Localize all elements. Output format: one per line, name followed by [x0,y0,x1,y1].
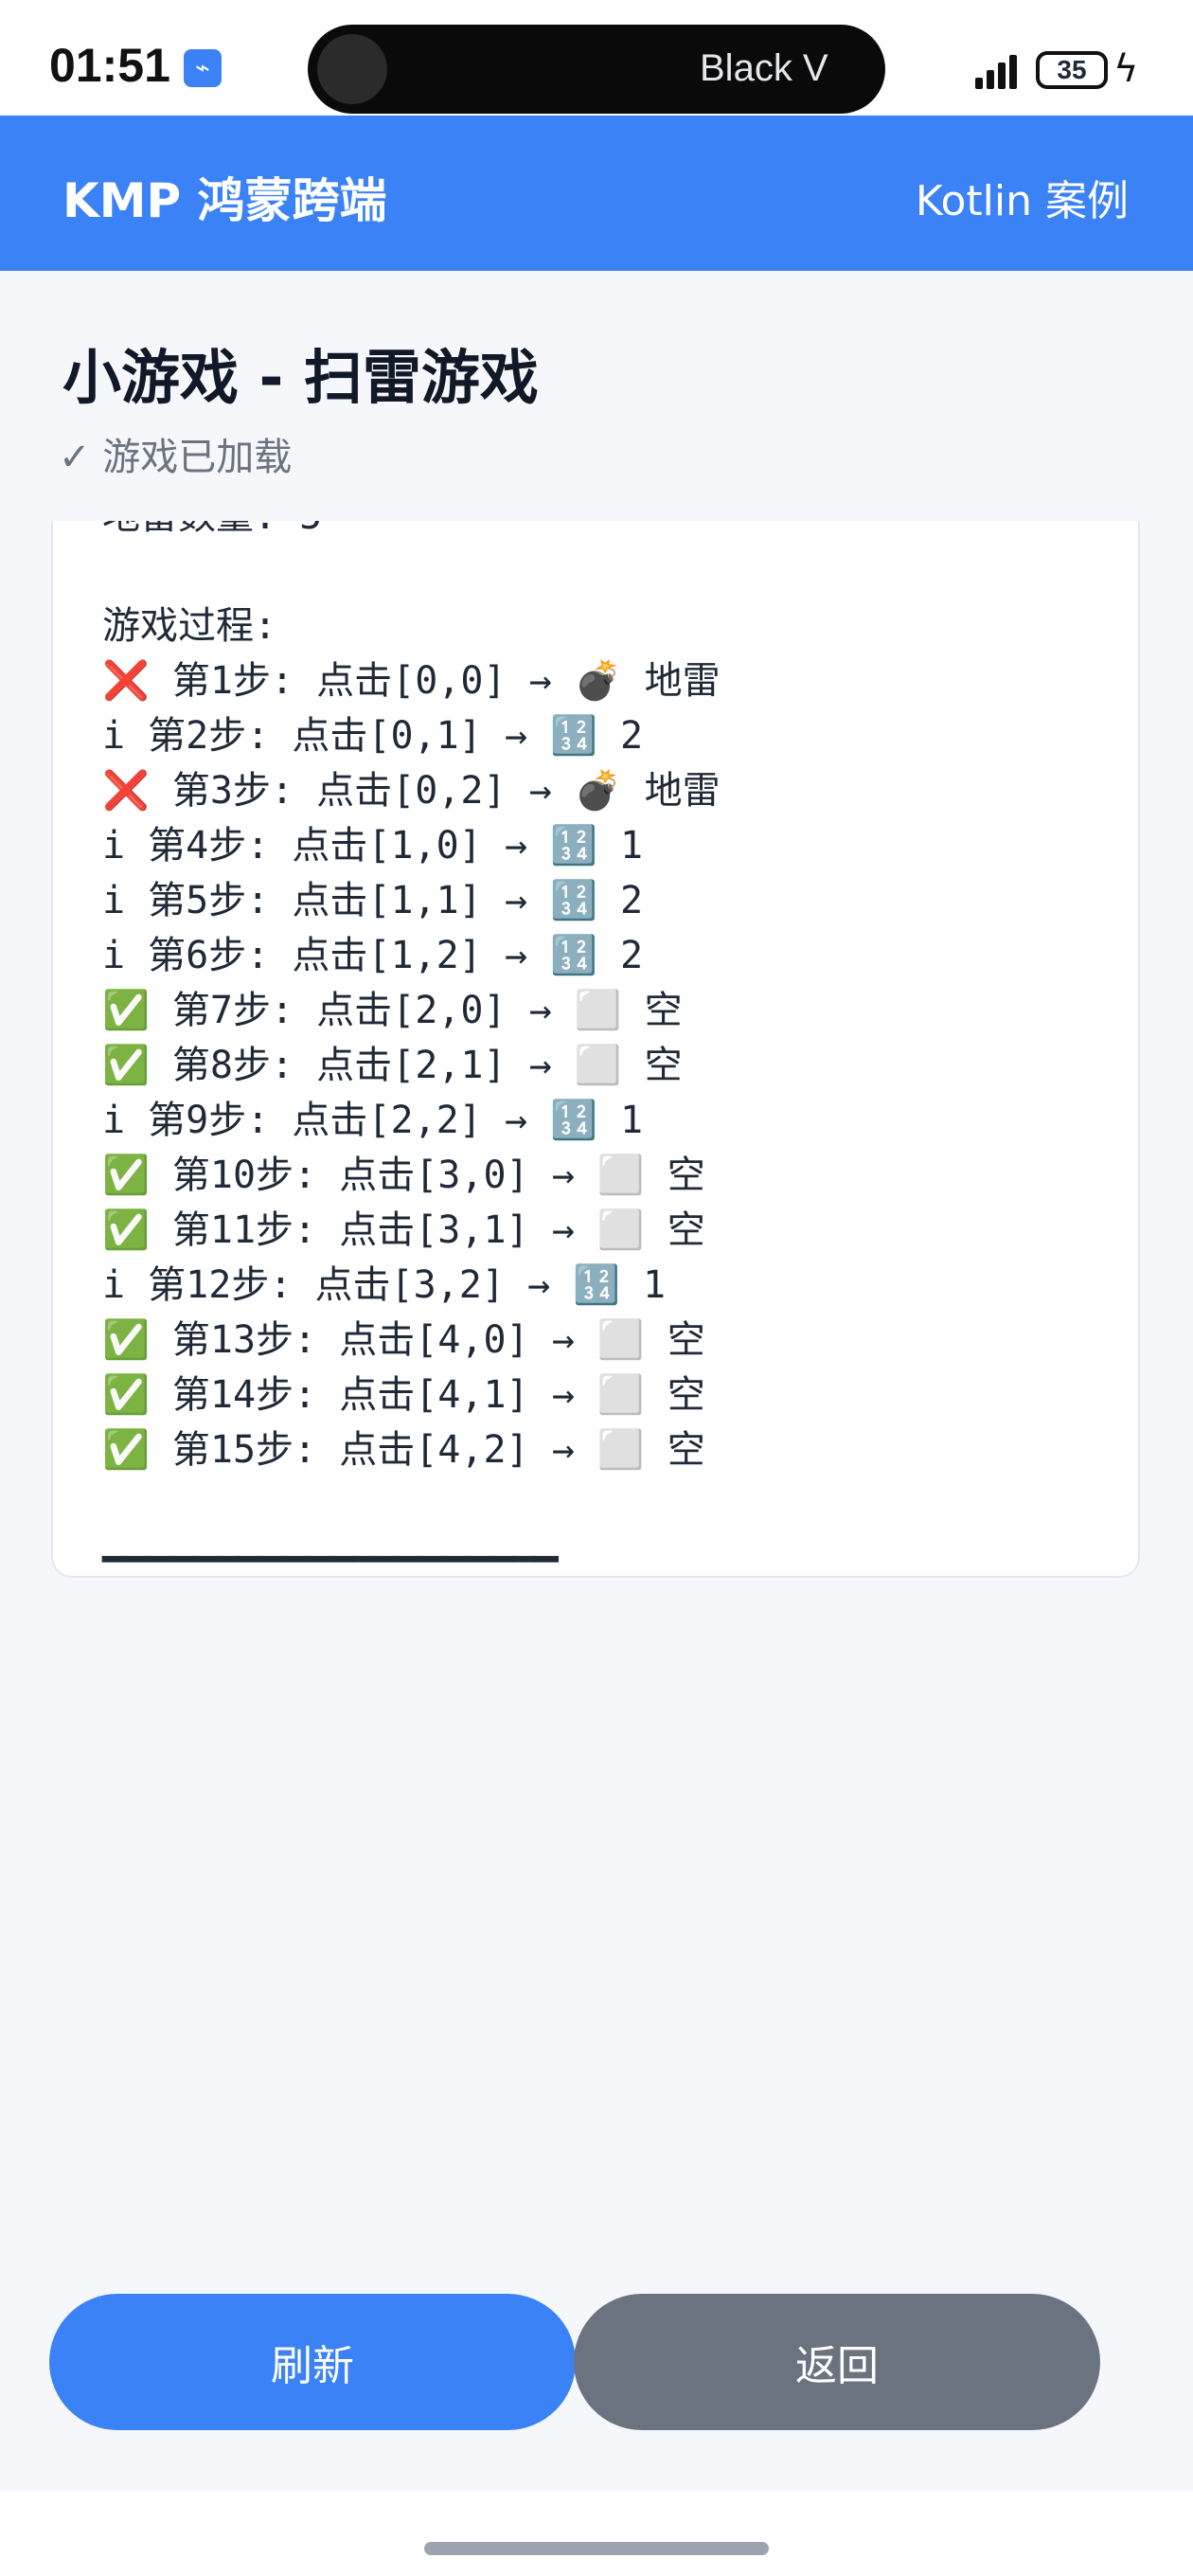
refresh-button[interactable]: 刷新 [49,2294,576,2430]
status-time: 01:51 [49,39,170,92]
battery-icon: 35 [1036,51,1108,89]
home-indicator[interactable] [424,2542,769,2555]
app-subtitle: Kotlin 案例 [915,177,1129,225]
charging-bolt-icon: ϟ [1113,47,1139,91]
page-content: 小游戏 - 扫雷游戏 ✓ 游戏已加载 地雷数量: 5 游戏过程: ❌ 第1步: … [0,271,1193,2491]
load-status: ✓ 游戏已加载 [59,436,293,479]
back-button[interactable]: 返回 [574,2294,1100,2430]
app-bar: KMP 鸿蒙跨端 Kotlin 案例 [0,116,1193,271]
dynamic-island[interactable]: Black V [308,25,885,114]
page-title: 小游戏 - 扫雷游戏 [62,343,539,412]
island-media-title: Black V [700,47,828,89]
game-log-card[interactable]: 地雷数量: 5 游戏过程: ❌ 第1步: 点击[0,0] → 💣 地雷 i 第2… [51,521,1140,1578]
usb-icon: ⌁ [184,49,222,87]
island-thumbnail [317,34,387,104]
status-bar: 01:51 ⌁ Black V 35 ϟ [0,0,1193,116]
app-title: KMP 鸿蒙跨端 [62,173,387,228]
bottom-safe-area [0,2491,1193,2576]
game-log-text: 地雷数量: 5 游戏过程: ❌ 第1步: 点击[0,0] → 💣 地雷 i 第2… [102,521,721,1578]
signal-icon [975,55,1023,89]
